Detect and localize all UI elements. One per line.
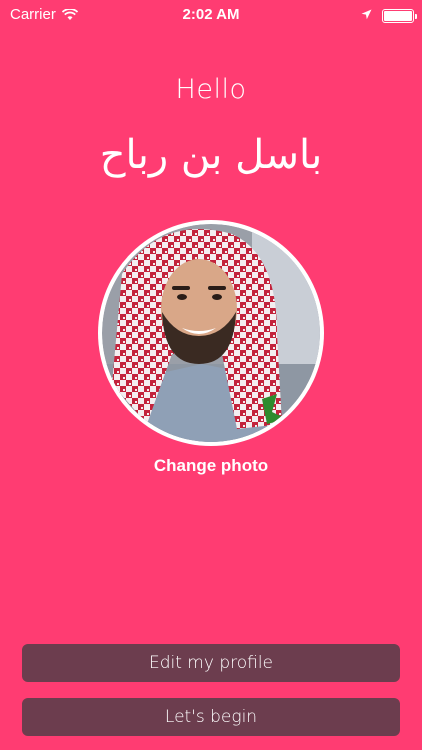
avatar [102, 224, 320, 442]
clock: 2:02 AM [182, 6, 240, 23]
status-bar: Carrier 2:02 AM [0, 0, 422, 30]
battery-icon [382, 8, 417, 23]
user-name: باسل بن رباح [99, 132, 323, 178]
battery-nub [415, 13, 417, 19]
change-photo-button[interactable]: Change photo [0, 456, 422, 476]
status-right [361, 7, 417, 24]
edit-profile-button[interactable]: Edit my profile [22, 644, 400, 682]
battery-fill [384, 10, 412, 21]
location-arrow-icon [361, 7, 372, 24]
avatar-button[interactable] [98, 220, 324, 446]
lets-begin-button[interactable]: Let's begin [22, 698, 400, 736]
greeting-title: Hello [175, 74, 247, 105]
